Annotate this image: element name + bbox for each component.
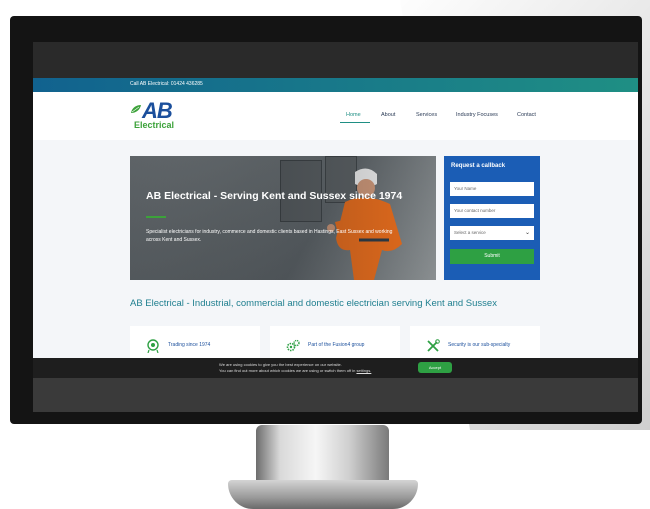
nav-about[interactable]: About — [381, 112, 395, 118]
nav-contact[interactable]: Contact — [517, 112, 536, 118]
name-input[interactable]: Your Name — [450, 182, 534, 196]
feature-text: Trading since 1974 — [168, 342, 211, 348]
site-header: AB Electrical Home About Services Indust… — [33, 92, 638, 140]
monitor-stand-neck — [256, 425, 389, 485]
tagline-heading: AB Electrical - Industrial, commercial a… — [130, 298, 497, 309]
hero-divider — [146, 216, 166, 218]
cookie-accept-button[interactable]: Accept — [418, 362, 452, 373]
contact-number-input[interactable]: Your contact number — [450, 204, 534, 218]
nav-home[interactable]: Home — [346, 112, 361, 118]
top-bar: Call AB Electrical: 01424 436285 — [33, 78, 638, 92]
award-icon — [147, 339, 159, 353]
cookie-line-2: You can find out more about which cookie… — [219, 368, 371, 374]
nav-active-underline — [340, 122, 370, 123]
cookie-banner: We are using cookies to give you the bes… — [33, 358, 638, 378]
gears-icon — [286, 339, 300, 352]
call-text[interactable]: Call AB Electrical: 01424 436285 — [130, 81, 203, 87]
tools-icon — [427, 339, 440, 352]
nav-services[interactable]: Services — [416, 112, 437, 118]
monitor-frame: Call AB Electrical: 01424 436285 AB Elec… — [10, 16, 642, 424]
cookie-settings-link[interactable]: settings. — [356, 368, 371, 373]
cookie-message: We are using cookies to give you the bes… — [219, 362, 371, 374]
hero-overlay — [130, 156, 436, 280]
cookie-line-2-text: You can find out more about which cookie… — [219, 368, 356, 373]
hero-banner: AB Electrical - Serving Kent and Sussex … — [130, 156, 436, 280]
feature-text: Part of the Fusion4 group — [308, 342, 365, 348]
submit-button[interactable]: Submit — [450, 249, 534, 264]
website: Call AB Electrical: 01424 436285 AB Elec… — [33, 78, 638, 412]
hero-title: AB Electrical - Serving Kent and Sussex … — [146, 190, 403, 202]
callback-form: Request a callback Your Name Your contac… — [444, 156, 540, 280]
monitor-screen: Call AB Electrical: 01424 436285 AB Elec… — [33, 42, 638, 412]
ab-electrical-logo[interactable]: AB Electrical — [130, 98, 184, 134]
page-below-fold — [33, 378, 638, 412]
leaf-icon — [131, 105, 141, 113]
chevron-down-icon: ⌄ — [524, 230, 530, 236]
service-select[interactable]: Select a service ⌄ — [450, 226, 534, 240]
callback-title: Request a callback — [451, 163, 506, 169]
logo-electrical-text: Electrical — [134, 120, 175, 130]
service-select-label: Select a service — [454, 230, 486, 235]
hero-description: Specialist electricians for industry, co… — [146, 229, 393, 243]
nav-industry-focuses[interactable]: Industry Focuses — [456, 112, 498, 118]
monitor-stand-base — [228, 480, 418, 509]
feature-text: Security is our sub-specialty — [448, 342, 511, 348]
